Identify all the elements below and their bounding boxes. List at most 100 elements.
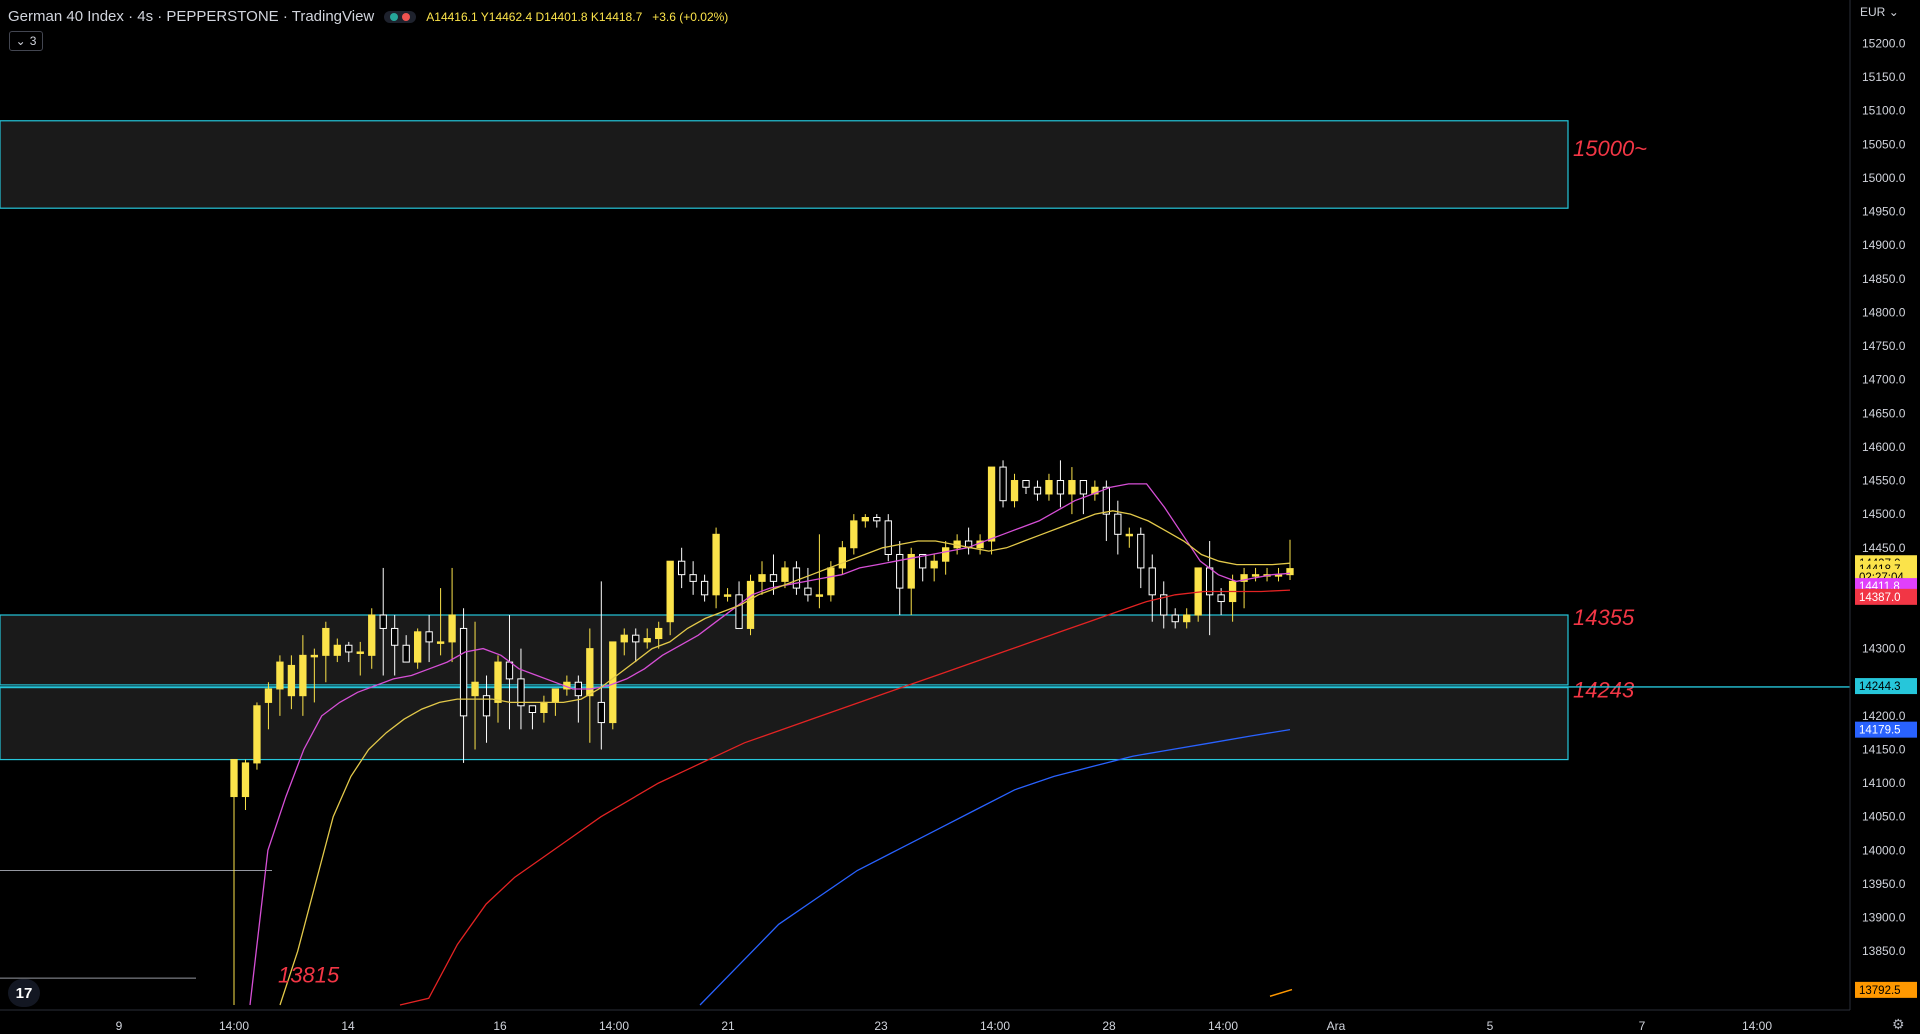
candle-body-78 (1125, 533, 1133, 537)
time-tick-2: 14 (341, 1019, 355, 1033)
price-tick-14: 14500.0 (1862, 507, 1906, 521)
candle-body-36 (643, 638, 651, 643)
candle-body-9 (333, 644, 341, 656)
price-tick-20: 14050.0 (1862, 810, 1906, 824)
candle-body-74 (1079, 480, 1088, 495)
status-dot-icon-2 (402, 12, 411, 21)
zone-label-2: 14243 (1573, 678, 1635, 703)
zone-label-1: 14355 (1573, 605, 1635, 630)
chevron-down-icon: ⌄ (1888, 5, 1899, 19)
time-tick-4: 14:00 (599, 1019, 629, 1033)
price-tick-8: 14800.0 (1862, 305, 1906, 319)
candle-body-50 (804, 587, 812, 596)
candle-body-16 (413, 631, 422, 663)
symbol-title[interactable]: German 40 Index · 4s · PEPPERSTONE · Tra… (8, 8, 374, 25)
currency-label: EUR (1860, 5, 1886, 19)
zone-label-0: 15000~ (1573, 136, 1647, 161)
time-tick-9: 14:00 (1208, 1019, 1238, 1033)
candle-body-11 (356, 651, 364, 654)
candle-body-12 (368, 614, 376, 656)
candle-body-6 (299, 654, 307, 697)
time-tick-12: 7 (1639, 1019, 1646, 1033)
candle-body-33 (609, 641, 617, 724)
candle-body-15 (402, 644, 410, 663)
candle-body-69 (1022, 480, 1030, 488)
time-tick-13: 14:00 (1742, 1019, 1772, 1033)
candle-body-40 (689, 574, 697, 582)
candle-body-32 (597, 701, 605, 724)
candle-body-52 (827, 567, 835, 596)
time-tick-1: 14:00 (219, 1019, 249, 1033)
candle-body-66 (987, 466, 996, 542)
candle-body-19 (448, 614, 456, 643)
price-label-5: 14244.3 (1859, 681, 1901, 693)
price-label-4: 14387.0 (1859, 592, 1901, 604)
ma-orange-segment (1269, 988, 1293, 997)
tradingview-logo-icon[interactable]: 17 (8, 979, 40, 1007)
candle-body-44 (735, 594, 743, 629)
time-tick-3: 16 (493, 1019, 507, 1033)
candle-body-34 (620, 634, 628, 643)
time-tick-5: 21 (721, 1019, 735, 1033)
status-pill[interactable] (384, 10, 417, 23)
candle-body-48 (781, 567, 789, 582)
candle-body-38 (666, 560, 674, 623)
candle-body-46 (758, 574, 766, 582)
candle-body-54 (850, 520, 858, 549)
candle-body-13 (379, 614, 387, 629)
candle-body-20 (459, 627, 468, 717)
price-tick-16: 14300.0 (1862, 642, 1906, 656)
price-tick-22: 13950.0 (1862, 877, 1906, 891)
candle-body-14 (391, 627, 399, 646)
price-tick-12: 14600.0 (1862, 440, 1906, 454)
candle-body-47 (769, 574, 778, 582)
candle-body-43 (723, 594, 732, 597)
price-tick-7: 14850.0 (1862, 272, 1906, 286)
zone-box-2 (0, 687, 1569, 761)
candle-body-3 (264, 688, 273, 703)
indicators-count: 3 (29, 34, 37, 48)
candle-body-82 (1171, 614, 1179, 623)
candle-body-83 (1183, 614, 1191, 623)
candle-body-51 (815, 594, 824, 597)
price-change: +3.6 (+0.02%) (652, 9, 729, 24)
candle-body-21 (471, 681, 479, 697)
candle-body-5 (287, 664, 296, 697)
price-tick-17: 14200.0 (1862, 709, 1906, 723)
time-tick-10: Ara (1327, 1019, 1346, 1033)
price-tick-10: 14700.0 (1862, 373, 1906, 387)
price-tick-0: 15200.0 (1862, 36, 1906, 50)
price-tick-1: 15150.0 (1862, 70, 1906, 84)
candle-body-28 (551, 688, 560, 703)
annotation-0: 13815 (278, 963, 340, 988)
ohlc-values: A14416.1 Y14462.4 D14401.8 K14418.7 (426, 9, 643, 24)
price-chart[interactable]: 15000~ 14355 14243 13815 15200.0 15150.0 15100… (0, 0, 1920, 1034)
candle-body-39 (677, 560, 686, 576)
candle-body-37 (655, 627, 663, 640)
price-label-6: 14179.5 (1859, 725, 1901, 737)
candle-body-53 (838, 547, 847, 569)
price-tick-5: 14950.0 (1862, 205, 1906, 219)
candle-body-49 (792, 567, 801, 589)
candle-body-73 (1068, 480, 1076, 495)
candle-body-24 (505, 661, 514, 680)
candle-body-80 (1148, 567, 1156, 596)
currency-selector[interactable]: EUR ⌄ (1860, 5, 1899, 19)
price-tick-19: 14100.0 (1862, 776, 1906, 790)
candle-body-77 (1114, 513, 1122, 535)
chart-legend: German 40 Index · 4s · PEPPERSTONE · Tra… (8, 8, 728, 25)
candle-body-85 (1205, 567, 1214, 596)
candle-body-4 (276, 661, 284, 690)
indicators-toggle-button[interactable]: ⌄ 3 (9, 31, 43, 51)
candle-body-86 (1217, 594, 1225, 603)
candle-body-56 (873, 517, 881, 522)
gear-icon[interactable]: ⚙ (1892, 1016, 1905, 1033)
candle-body-26 (528, 705, 537, 714)
candle-body-8 (322, 627, 330, 656)
candle-body-1 (241, 762, 250, 798)
candle-body-7 (310, 654, 319, 658)
zone-box-1 (0, 614, 1569, 686)
candle-body-76 (1102, 486, 1111, 515)
candle-body-61 (930, 560, 938, 569)
price-tick-21: 14000.0 (1862, 843, 1906, 857)
